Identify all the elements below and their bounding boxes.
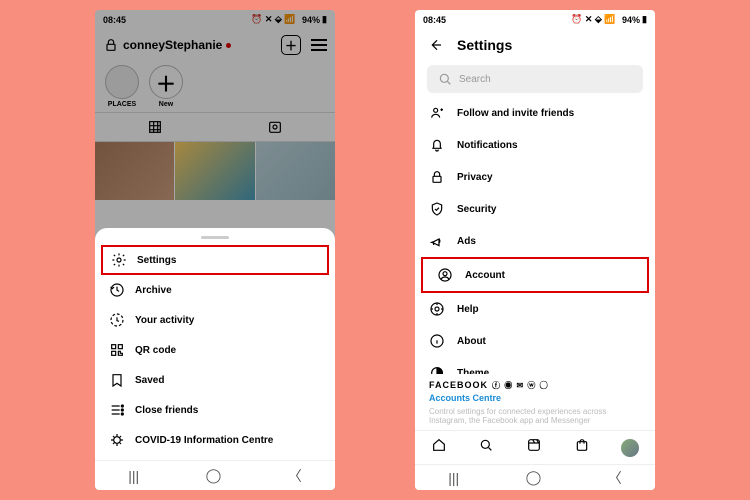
tab-profile[interactable] [621,439,639,457]
help-icon [429,301,445,317]
search-placeholder: Search [459,74,491,85]
menu-item-label: Security [457,204,496,215]
menu-item-label: Follow and invite friends [457,108,574,119]
ads-icon [429,233,445,249]
account-icon [437,267,453,283]
theme-icon [429,365,445,374]
menu-item-covid[interactable]: COVID-19 Information Centre [95,425,335,455]
status-time: 08:45 [423,15,446,25]
android-nav-bar: ||| ◯ 〈 [415,464,655,490]
menu-item-qr[interactable]: QR code [95,335,335,365]
menu-item-label: Help [457,304,479,315]
search-input[interactable]: Search [427,65,643,93]
notifications-icon [429,137,445,153]
status-bar: 08:45 ⏰ ✕ ⬙ 📶 94%▮ [415,10,655,29]
sheet-handle[interactable] [201,236,229,239]
menu-item-saved[interactable]: Saved [95,365,335,395]
menu-item-settings[interactable]: Settings [101,245,329,275]
phone-profile-menu: 08:45 ⏰ ✕ ⬙ 📶 94%▮ conneyStephanie ＋ PLA… [95,10,335,490]
reels-icon [526,437,542,453]
search-icon [478,437,494,453]
settings-icon [111,252,127,268]
follow-icon [429,105,445,121]
covid-icon [109,432,125,448]
menu-item-label: QR code [135,345,176,356]
menu-item-label: COVID-19 Information Centre [135,435,273,446]
settings-header: Settings [415,29,655,61]
menu-item-privacy[interactable]: Privacy [415,161,655,193]
menu-item-label: About [457,336,486,347]
settings-list: Follow and invite friends Notifications … [415,97,655,374]
menu-item-label: Notifications [457,140,518,151]
menu-item-label: Account [465,270,505,281]
tab-reels[interactable] [526,437,542,458]
nav-home[interactable]: ◯ [206,467,222,484]
menu-item-security[interactable]: Security [415,193,655,225]
status-icons: ⏰ ✕ ⬙ 📶 [571,14,615,25]
close-icon [109,402,125,418]
menu-item-theme[interactable]: Theme [415,357,655,374]
menu-item-help[interactable]: Help [415,293,655,325]
qr-icon [109,342,125,358]
shop-icon [574,437,590,453]
android-nav-bar: ||| ◯ 〈 [95,460,335,490]
nav-recent[interactable]: ||| [128,468,139,484]
bottom-sheet-menu: Settings Archive Your activity QR code S… [95,228,335,460]
menu-item-archive[interactable]: Archive [95,275,335,305]
menu-item-label: Saved [135,375,164,386]
nav-home[interactable]: ◯ [526,469,542,486]
menu-item-close[interactable]: Close friends [95,395,335,425]
menu-item-label: Archive [135,285,172,296]
menu-item-notifications[interactable]: Notifications [415,129,655,161]
bottom-tab-bar [415,430,655,464]
activity-icon [109,312,125,328]
menu-item-activity[interactable]: Your activity [95,305,335,335]
nav-back[interactable]: 〈 [288,466,302,486]
phone-settings: 08:45 ⏰ ✕ ⬙ 📶 94%▮ Settings Search Follo… [415,10,655,490]
menu-item-follow[interactable]: Follow and invite friends [415,97,655,129]
tab-home[interactable] [431,437,447,458]
saved-icon [109,372,125,388]
tab-search[interactable] [478,437,494,458]
menu-item-account[interactable]: Account [421,257,649,293]
accounts-centre-link[interactable]: Accounts Centre [415,393,655,403]
menu-item-label: Settings [137,255,176,266]
security-icon [429,201,445,217]
nav-recent[interactable]: ||| [448,470,459,486]
facebook-brand: FACEBOOK ⓕ ◉ ✉ ⓦ ◯ [415,374,655,393]
page-title: Settings [457,37,512,53]
search-icon [437,71,453,87]
menu-item-label: Ads [457,236,476,247]
back-arrow-icon[interactable] [427,37,443,53]
menu-item-label: Privacy [457,172,493,183]
about-icon [429,333,445,349]
archive-icon [109,282,125,298]
status-battery: 94% [622,15,640,25]
menu-item-label: Your activity [135,315,194,326]
privacy-icon [429,169,445,185]
menu-item-ads[interactable]: Ads [415,225,655,257]
nav-back[interactable]: 〈 [608,468,622,488]
menu-item-about[interactable]: About [415,325,655,357]
home-icon [431,437,447,453]
menu-item-label: Close friends [135,405,198,416]
accounts-centre-subtext: Control settings for connected experienc… [415,403,655,430]
tab-shop[interactable] [574,437,590,458]
